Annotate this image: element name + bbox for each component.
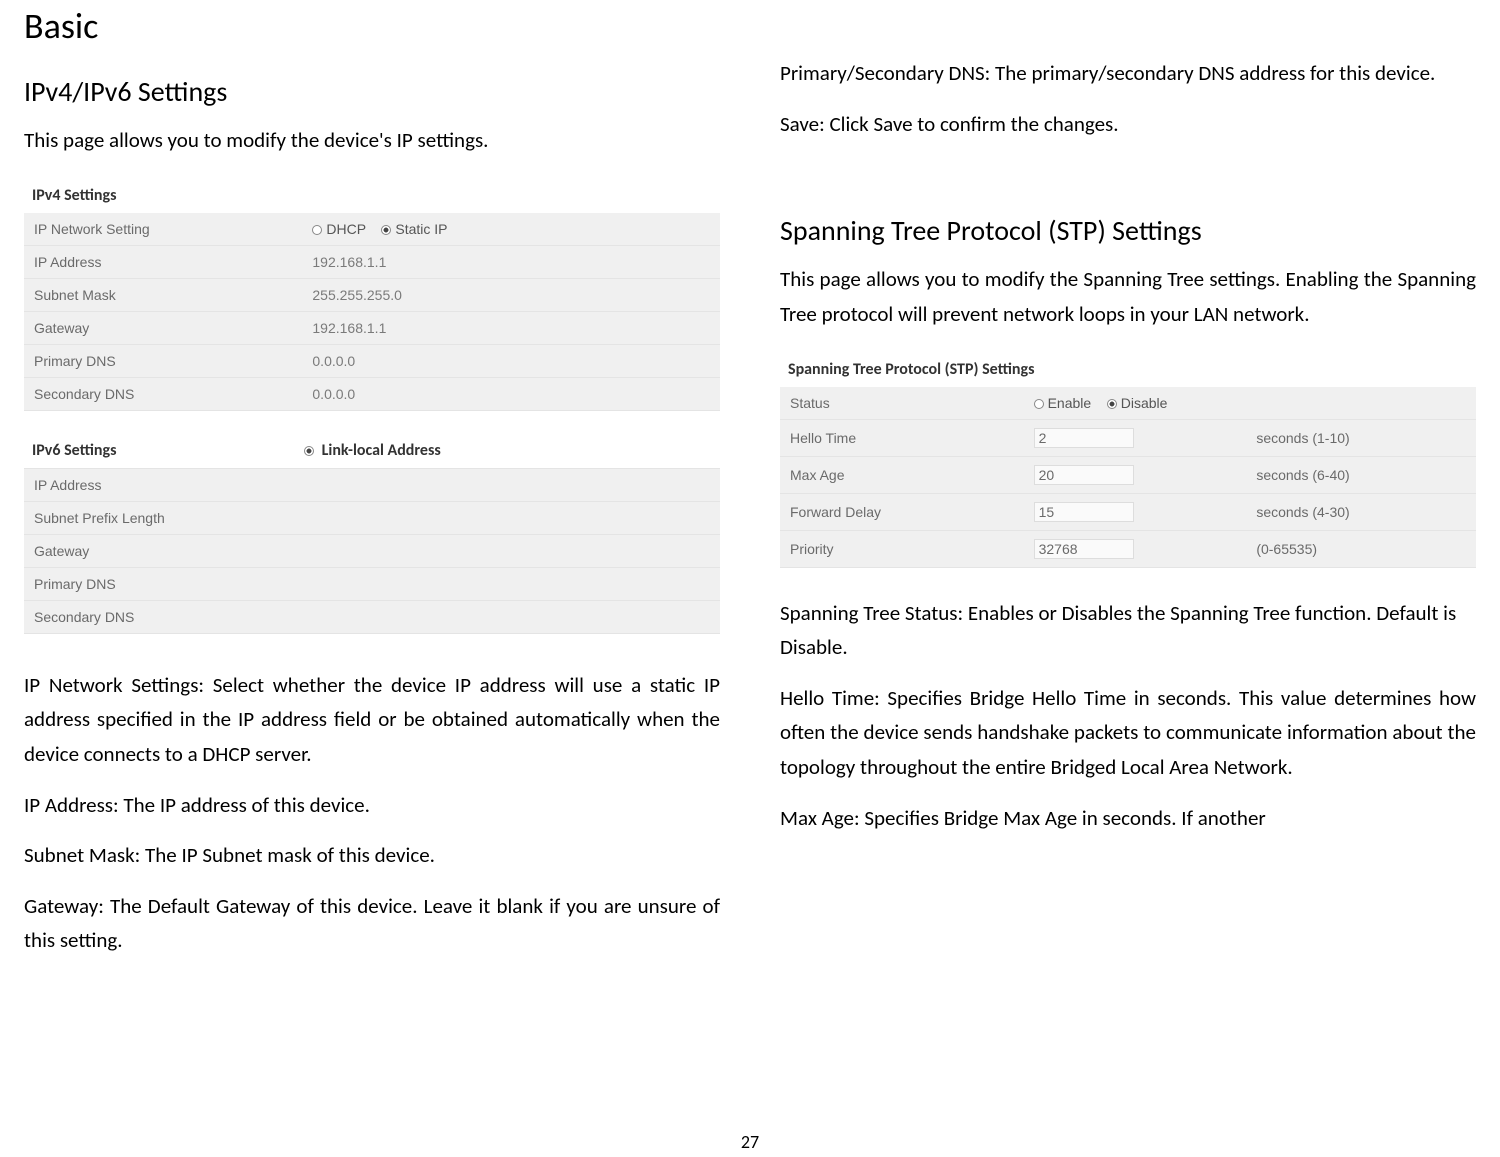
priority-input[interactable]: 32768	[1034, 539, 1134, 559]
row-hint: seconds (4-30)	[1246, 493, 1476, 530]
table-row: IP Network Setting DHCP Static IP	[24, 213, 720, 246]
row-label: IP Address	[24, 245, 302, 278]
row-label: IP Network Setting	[24, 213, 302, 246]
table-row: IP Address	[24, 469, 720, 502]
max-age-input[interactable]: 20	[1034, 465, 1134, 485]
ipv6-table: IP Address Subnet Prefix Length Gateway …	[24, 469, 720, 634]
table-row: Status Enable Disable	[780, 387, 1476, 420]
row-value: 255.255.255.0	[302, 278, 720, 311]
desc-subnet-mask: Subnet Mask: The IP Subnet mask of this …	[24, 838, 720, 873]
row-value: 192.168.1.1	[302, 245, 720, 278]
ipv6-linklocal-label: Link-local Address	[304, 441, 712, 460]
section-ipv4ipv6-heading: IPv4/IPv6 Settings	[24, 74, 720, 109]
row-value: DHCP Static IP	[302, 213, 720, 246]
desc-dns: Primary/Secondary DNS: The primary/secon…	[780, 56, 1476, 91]
row-label: Priority	[780, 530, 1024, 567]
row-label: Hello Time	[780, 419, 1024, 456]
table-row: Priority 32768 (0-65535)	[780, 530, 1476, 567]
page-title: Basic	[24, 4, 720, 48]
desc-max-age: Max Age: Specifies Bridge Max Age in sec…	[780, 801, 1476, 836]
page-number: 27	[0, 1131, 1500, 1153]
row-value: 2	[1024, 419, 1247, 456]
row-label: Gateway	[24, 534, 302, 567]
table-row: Subnet Mask255.255.255.0	[24, 278, 720, 311]
radio-icon[interactable]	[312, 225, 322, 235]
row-label: Secondary DNS	[24, 600, 302, 633]
radio-opt-label: Enable	[1048, 395, 1092, 411]
section-stp-heading: Spanning Tree Protocol (STP) Settings	[780, 213, 1476, 248]
row-value: 20	[1024, 456, 1247, 493]
ipv4ipv6-intro: This page allows you to modify the devic…	[24, 123, 720, 158]
row-value: 0.0.0.0	[302, 377, 720, 410]
desc-save: Save: Click Save to confirm the changes.	[780, 107, 1476, 142]
row-label: IP Address	[24, 469, 302, 502]
stp-caption: Spanning Tree Protocol (STP) Settings	[780, 354, 1476, 387]
radio-opt-label: DHCP	[326, 221, 365, 237]
row-label: Secondary DNS	[24, 377, 302, 410]
stp-settings-screenshot: Spanning Tree Protocol (STP) Settings St…	[780, 354, 1476, 568]
row-label: Subnet Prefix Length	[24, 501, 302, 534]
row-label: Primary DNS	[24, 344, 302, 377]
radio-opt-label: Link-local Address	[322, 441, 441, 460]
table-row: IP Address192.168.1.1	[24, 245, 720, 278]
row-label: Max Age	[780, 456, 1024, 493]
desc-gateway: Gateway: The Default Gateway of this dev…	[24, 889, 720, 958]
table-row: Max Age 20 seconds (6-40)	[780, 456, 1476, 493]
table-row: Primary DNS	[24, 567, 720, 600]
row-value: 15	[1024, 493, 1247, 530]
ipv6-caption: IPv6 Settings	[32, 441, 304, 460]
table-row: Primary DNS0.0.0.0	[24, 344, 720, 377]
table-row: Gateway192.168.1.1	[24, 311, 720, 344]
ipv4-caption: IPv4 Settings	[24, 180, 720, 213]
row-label: Forward Delay	[780, 493, 1024, 530]
row-hint: seconds (6-40)	[1246, 456, 1476, 493]
row-label: Subnet Mask	[24, 278, 302, 311]
desc-ip-address: IP Address: The IP address of this devic…	[24, 788, 720, 823]
row-value: 192.168.1.1	[302, 311, 720, 344]
stp-intro: This page allows you to modify the Spann…	[780, 262, 1476, 331]
radio-icon[interactable]	[381, 225, 391, 235]
table-row: Secondary DNS0.0.0.0	[24, 377, 720, 410]
hello-time-input[interactable]: 2	[1034, 428, 1134, 448]
ipv4-settings-screenshot: IPv4 Settings IP Network Setting DHCP St…	[24, 180, 720, 634]
radio-icon[interactable]	[304, 446, 314, 456]
row-label: Primary DNS	[24, 567, 302, 600]
ipv4-table: IP Network Setting DHCP Static IP IP Add…	[24, 213, 720, 411]
table-row: Subnet Prefix Length	[24, 501, 720, 534]
desc-stp-status: Spanning Tree Status: Enables or Disable…	[780, 596, 1476, 665]
ipv6-header-row: IPv6 Settings Link-local Address	[24, 431, 720, 469]
table-row: Gateway	[24, 534, 720, 567]
desc-ip-network-settings: IP Network Settings: Select whether the …	[24, 668, 720, 772]
radio-icon[interactable]	[1034, 399, 1044, 409]
row-hint: (0-65535)	[1246, 530, 1476, 567]
row-label: Gateway	[24, 311, 302, 344]
row-label: Status	[780, 387, 1024, 420]
table-row: Forward Delay 15 seconds (4-30)	[780, 493, 1476, 530]
radio-icon[interactable]	[1107, 399, 1117, 409]
radio-opt-label: Static IP	[395, 221, 447, 237]
row-value: 32768	[1024, 530, 1247, 567]
radio-opt-label: Disable	[1121, 395, 1168, 411]
forward-delay-input[interactable]: 15	[1034, 502, 1134, 522]
table-row: Secondary DNS	[24, 600, 720, 633]
stp-table: Status Enable Disable Hello Time 2 secon…	[780, 387, 1476, 568]
desc-hello-time: Hello Time: Specifies Bridge Hello Time …	[780, 681, 1476, 785]
table-row: Hello Time 2 seconds (1-10)	[780, 419, 1476, 456]
row-hint: seconds (1-10)	[1246, 419, 1476, 456]
row-value: Enable Disable	[1024, 387, 1476, 420]
row-value: 0.0.0.0	[302, 344, 720, 377]
